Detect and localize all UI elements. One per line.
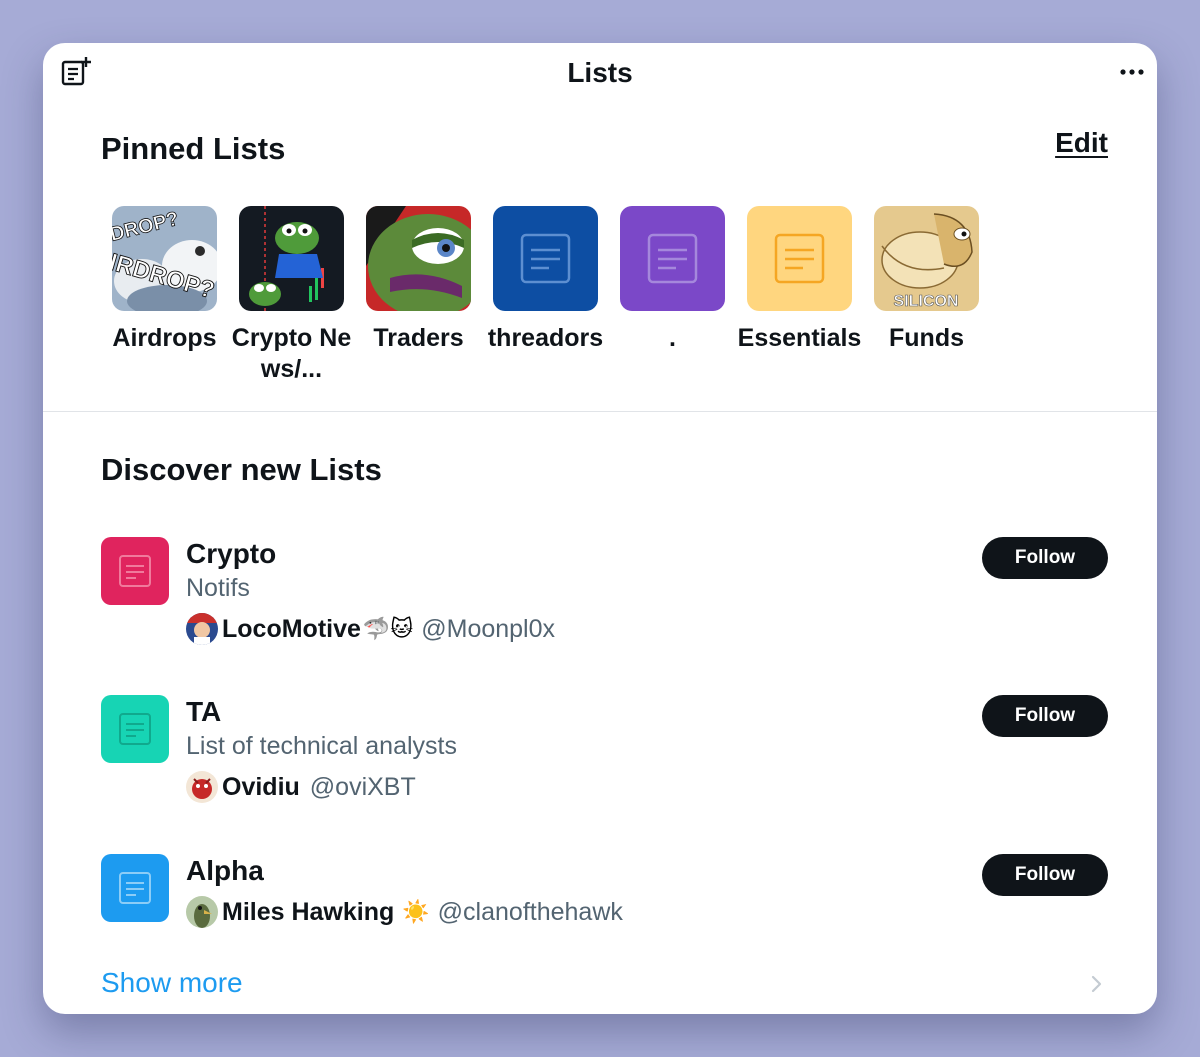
discover-list-item[interactable]: TA List of technical analysts Ovidiu @ov…: [101, 695, 1108, 805]
airdrops-thumbnail: DROP? IRDROP?: [112, 206, 217, 311]
list-name: Crypto: [186, 538, 277, 569]
follow-button[interactable]: Follow: [982, 537, 1108, 579]
lists-window: Lists Pinned Lists Edit DROP? IRDROP? Ai…: [43, 43, 1157, 1014]
owner-avatar: [186, 771, 218, 803]
list-avatar: [101, 537, 169, 605]
funds-thumbnail: SILICON: [874, 206, 979, 311]
owner-emoji: ☀️: [402, 899, 430, 925]
list-name: TA: [186, 696, 222, 727]
pinned-list-crypto-news[interactable]: Crypto News/...: [228, 206, 355, 385]
owner-handle: @oviXBT: [309, 772, 416, 801]
list-icon: [119, 713, 151, 745]
show-more-link[interactable]: Show more: [101, 967, 243, 999]
chevron-right-icon[interactable]: [1087, 973, 1107, 995]
owner-emoji: 🦈🐱: [362, 616, 414, 642]
list-icon: [119, 555, 151, 587]
thumb-text: SILICON: [894, 293, 959, 310]
list-icon: [520, 233, 571, 284]
pinned-list-funds[interactable]: SILICON Funds: [863, 206, 990, 354]
owner-avatar: [186, 896, 218, 928]
list-owner[interactable]: LocoMotive 🦈🐱 @Moonpl0x: [186, 612, 555, 646]
list-icon: [774, 233, 825, 284]
discover-list-item[interactable]: Crypto Notifs LocoMotive 🦈🐱 @Moonpl0x Fo…: [101, 537, 1108, 647]
pinned-list-traders[interactable]: Traders: [355, 206, 482, 354]
list-icon: [119, 872, 151, 904]
discover-list-item[interactable]: Alpha Miles Hawking ☀️ @clanofthehawk Fo…: [101, 854, 1108, 934]
pinned-list-label: Funds: [889, 324, 964, 352]
pinned-list-label: Crypto News/...: [231, 324, 352, 383]
pinned-list-dot[interactable]: .: [609, 206, 736, 354]
pinned-lists-row: DROP? IRDROP? Airdrops Crypto News/... T…: [101, 206, 1101, 396]
discover-lists-heading: Discover new Lists: [101, 452, 382, 487]
pinned-list-label: Traders: [373, 324, 464, 352]
owner-name: LocoMotive: [222, 614, 361, 643]
more-options-icon[interactable]: [1117, 57, 1147, 87]
owner-avatar: [186, 613, 218, 645]
list-avatar: [101, 695, 169, 763]
header: Lists: [43, 43, 1157, 103]
owner-handle: @Moonpl0x: [421, 614, 556, 643]
essentials-thumbnail: [747, 206, 852, 311]
list-description: Notifs: [186, 574, 250, 602]
owner-handle: @clanofthehawk: [437, 897, 623, 926]
list-icon: [647, 233, 698, 284]
pinned-list-label: threadors: [487, 324, 604, 352]
list-description: List of technical analysts: [186, 732, 457, 760]
pinned-list-label: .: [669, 324, 676, 352]
owner-name: Ovidiu: [222, 772, 300, 801]
list-name: Alpha: [186, 855, 264, 886]
page-title: Lists: [567, 57, 633, 88]
follow-button[interactable]: Follow: [982, 854, 1108, 896]
threadors-thumbnail: [493, 206, 598, 311]
list-avatar: [101, 854, 169, 922]
follow-button[interactable]: Follow: [982, 695, 1108, 737]
pinned-list-essentials[interactable]: Essentials: [736, 206, 863, 354]
pinned-list-threadors[interactable]: threadors: [482, 206, 609, 354]
dot-list-thumbnail: [620, 206, 725, 311]
owner-name: Miles Hawking: [222, 897, 395, 926]
pinned-list-airdrops[interactable]: DROP? IRDROP? Airdrops: [101, 206, 228, 354]
list-owner[interactable]: Ovidiu @oviXBT: [186, 770, 416, 804]
section-divider: [43, 411, 1157, 412]
edit-pinned-link[interactable]: Edit: [1055, 127, 1108, 159]
pinned-list-label: Essentials: [737, 324, 862, 352]
traders-thumbnail: [366, 206, 471, 311]
pinned-list-label: Airdrops: [112, 324, 217, 352]
crypto-news-thumbnail: [239, 206, 344, 311]
list-owner[interactable]: Miles Hawking ☀️ @clanofthehawk: [186, 895, 623, 929]
pinned-lists-heading: Pinned Lists: [101, 131, 286, 166]
